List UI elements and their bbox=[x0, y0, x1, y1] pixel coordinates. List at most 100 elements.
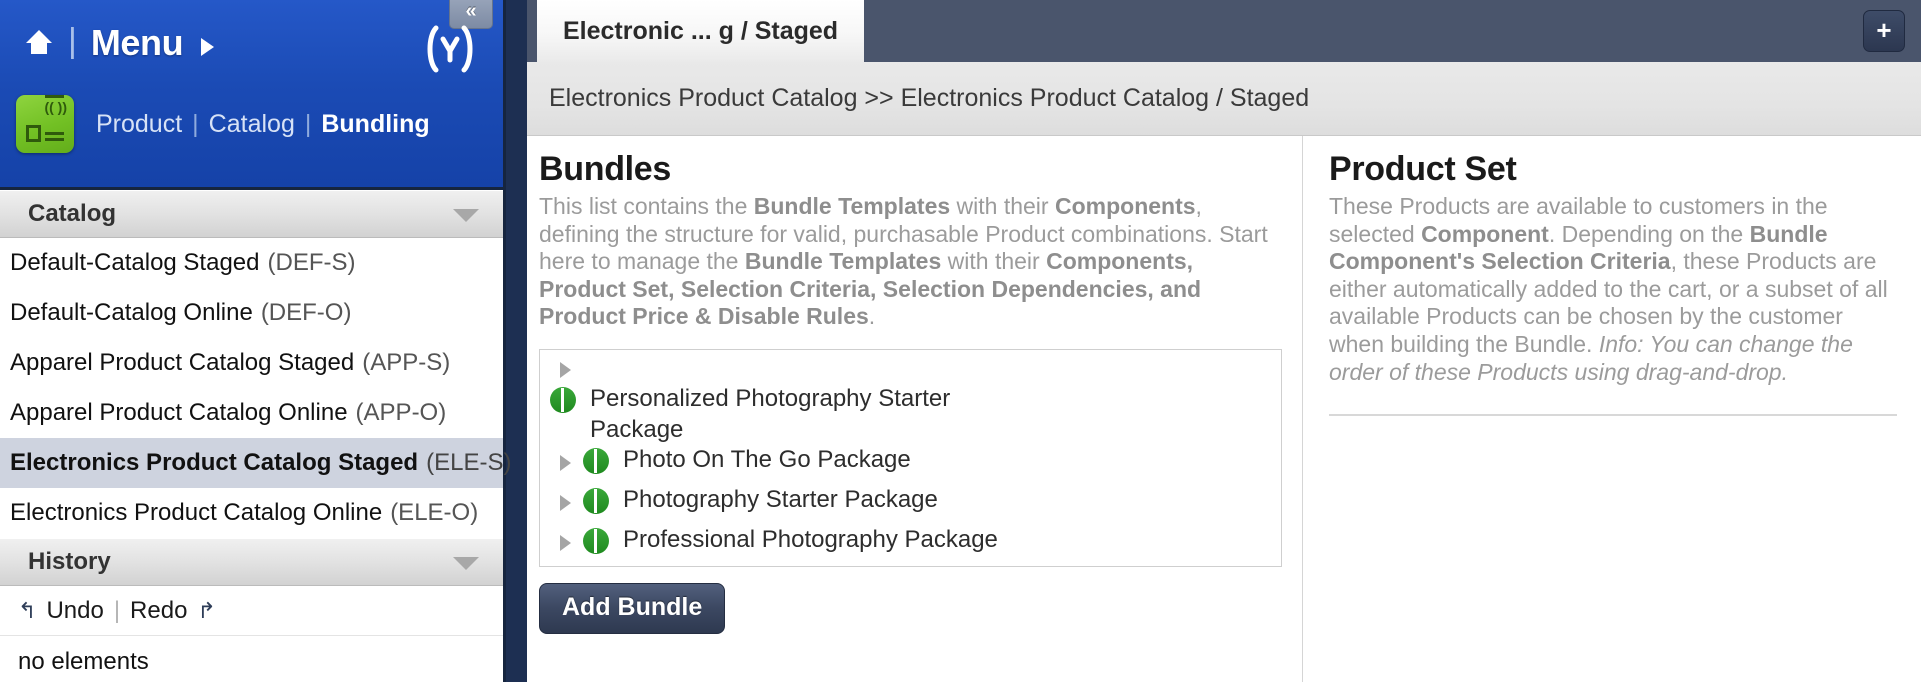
signal-icon: (( )) bbox=[44, 99, 67, 115]
description-segment: This list contains the bbox=[539, 193, 754, 219]
catalog-item-code: (DEF-S) bbox=[267, 249, 356, 276]
brand-top-row: | Menu bbox=[24, 22, 215, 64]
history-section-title: History bbox=[28, 548, 111, 575]
catalog-list-item[interactable]: Electronics Product Catalog Online (ELE-O… bbox=[0, 488, 503, 538]
breadcrumb-separator: | bbox=[192, 109, 199, 138]
catalog-item-name: Electronics Product Catalog Staged bbox=[10, 449, 419, 476]
breadcrumb-separator: | bbox=[304, 109, 312, 138]
bundles-title: Bundles bbox=[539, 150, 672, 188]
catalog-item-code: (ELE-O) bbox=[390, 499, 479, 526]
catalog-list-item[interactable]: Default-Catalog Staged (DEF-S) bbox=[0, 238, 503, 288]
bundle-icon bbox=[583, 448, 609, 475]
product-set-description: These Products are available to customer… bbox=[1329, 193, 1897, 386]
breadcrumb-catalog[interactable]: Catalog bbox=[209, 110, 295, 139]
chevron-down-icon[interactable] bbox=[453, 557, 479, 570]
expand-triangle-icon[interactable] bbox=[560, 361, 571, 378]
catalog-section-header[interactable]: Catalog bbox=[0, 190, 503, 238]
catalog-list-item[interactable]: Electronics Product Catalog Staged (ELE-S… bbox=[0, 438, 511, 488]
catalog-item-name: Electronics Product Catalog Online bbox=[10, 499, 383, 526]
catalog-list-item[interactable]: Default-Catalog Online (DEF-O) bbox=[0, 288, 503, 338]
breadcrumb-product[interactable]: Product bbox=[96, 110, 182, 139]
catalog-item-code: (APP-O) bbox=[355, 399, 447, 426]
intershop-logo-icon bbox=[423, 24, 477, 76]
application-window: « | Menu (( )) Product | Catalog | Bundl… bbox=[0, 0, 1921, 682]
history-separator: | bbox=[113, 596, 121, 624]
bundles-description: This list contains the Bundle Templates … bbox=[539, 193, 1282, 331]
brand-divider: | bbox=[68, 22, 77, 60]
description-segment: Bundle Templates bbox=[753, 193, 951, 219]
description-segment: Component bbox=[1421, 220, 1549, 247]
bundles-panel: Bundles This list contains the Bundle Te… bbox=[527, 136, 1302, 682]
description-segment: with their bbox=[941, 248, 1047, 275]
add-tab-button[interactable]: + bbox=[1863, 10, 1905, 52]
redo-arrow-icon[interactable]: ↱ bbox=[197, 598, 215, 624]
chevron-down-icon[interactable] bbox=[453, 209, 479, 222]
catalog-item-name: Default-Catalog Staged bbox=[10, 249, 260, 276]
tab-electronics-staged[interactable]: Electronic ... g / Staged bbox=[537, 0, 865, 62]
bundle-icon bbox=[550, 386, 576, 413]
catalog-item-name: Apparel Product Catalog Staged bbox=[10, 349, 355, 376]
description-segment: . Depending on the bbox=[1548, 220, 1750, 247]
breadcrumb-bundling[interactable]: Bundling bbox=[321, 110, 429, 139]
undo-arrow-icon[interactable]: ↰ bbox=[18, 598, 36, 624]
bundle-list-item[interactable]: Personalized Photography Starter Package bbox=[540, 350, 1281, 445]
catalog-app-icon: (( )) bbox=[16, 95, 74, 153]
redo-button[interactable]: Redo bbox=[130, 597, 187, 625]
catalog-item-code: (DEF-O) bbox=[260, 299, 352, 326]
bundle-list-box: Personalized Photography Starter Package… bbox=[539, 348, 1282, 567]
menu-label[interactable]: Menu bbox=[91, 22, 184, 64]
bundle-list-item[interactable]: Professional Photography Package bbox=[540, 525, 1281, 565]
product-set-title: Product Set bbox=[1329, 150, 1517, 188]
add-bundle-button[interactable]: Add Bundle bbox=[539, 582, 726, 634]
chevron-right-icon[interactable] bbox=[201, 38, 215, 56]
undo-button[interactable]: Undo bbox=[46, 597, 103, 625]
content-breadcrumb-text: Electronics Product Catalog >> Electroni… bbox=[549, 84, 1310, 112]
home-icon[interactable] bbox=[24, 30, 54, 56]
description-segment: . bbox=[868, 303, 876, 330]
content-breadcrumb-bar: Electronics Product Catalog >> Electroni… bbox=[527, 62, 1921, 136]
sidebar-inner: « | Menu (( )) Product | Catalog | Bundl… bbox=[0, 0, 511, 682]
sidebar-breadcrumb: Product | Catalog | Bundling bbox=[96, 110, 430, 139]
bundle-list-item[interactable]: Photo On The Go Package bbox=[540, 445, 1281, 485]
bundle-icon bbox=[583, 528, 609, 555]
brand-bottom-row: (( )) Product | Catalog | Bundling bbox=[16, 95, 430, 153]
description-segment: with their bbox=[950, 193, 1055, 219]
catalog-item-name: Apparel Product Catalog Online bbox=[10, 399, 348, 426]
history-section-header[interactable]: History bbox=[0, 538, 503, 586]
app-icon-square bbox=[26, 125, 41, 142]
bundle-list: Personalized Photography Starter Package… bbox=[540, 350, 1281, 565]
bundle-item-name[interactable]: Photo On The Go Package bbox=[623, 445, 911, 476]
add-bundle-wrap: Add Bundle bbox=[539, 582, 1282, 634]
bundle-list-item[interactable]: Photography Starter Package bbox=[540, 485, 1281, 525]
catalog-section-title: Catalog bbox=[28, 200, 117, 227]
bundle-item-line: Personalized Photography Starter Package bbox=[550, 384, 1020, 445]
history-empty-text: no elements bbox=[18, 648, 149, 675]
bundle-item-name[interactable]: Personalized Photography Starter Package bbox=[590, 384, 1020, 445]
app-icon-line bbox=[45, 95, 64, 98]
bundle-icon bbox=[583, 488, 609, 515]
content-columns: Bundles This list contains the Bundle Te… bbox=[527, 136, 1921, 682]
catalog-item-code: (ELE-S) bbox=[426, 449, 512, 476]
history-body: ↰ Undo | Redo ↱ no elements bbox=[0, 586, 503, 682]
description-segment: Components bbox=[1054, 193, 1196, 219]
app-icon-line bbox=[45, 132, 64, 135]
catalog-list-item[interactable]: Apparel Product Catalog Staged (APP-S) bbox=[0, 338, 503, 388]
bundle-item-name[interactable]: Professional Photography Package bbox=[623, 525, 998, 556]
sidebar-brand-header: « | Menu (( )) Product | Catalog | Bundl… bbox=[0, 0, 503, 190]
catalog-item-name: Default-Catalog Online bbox=[10, 299, 253, 326]
product-set-panel: Product Set These Products are available… bbox=[1302, 136, 1921, 682]
description-segment: Bundle Templates bbox=[744, 248, 942, 275]
catalog-list: Default-Catalog Staged (DEF-S) Default-Cat… bbox=[0, 238, 511, 538]
catalog-list-item[interactable]: Apparel Product Catalog Online (APP-O) bbox=[0, 388, 503, 438]
app-icon-line bbox=[45, 138, 64, 141]
expand-triangle-icon[interactable] bbox=[560, 455, 571, 472]
main-area: Electronic ... g / Staged + Electronics … bbox=[527, 0, 1921, 682]
expand-triangle-icon[interactable] bbox=[560, 495, 571, 512]
history-actions: ↰ Undo | Redo ↱ bbox=[0, 586, 503, 636]
sidebar: « | Menu (( )) Product | Catalog | Bundl… bbox=[0, 0, 527, 682]
bundle-item-name[interactable]: Photography Starter Package bbox=[623, 485, 938, 516]
product-set-divider bbox=[1329, 414, 1897, 417]
expand-triangle-icon[interactable] bbox=[560, 535, 571, 552]
tab-strip: Electronic ... g / Staged + bbox=[527, 0, 1921, 62]
catalog-item-code: (APP-S) bbox=[362, 349, 451, 376]
